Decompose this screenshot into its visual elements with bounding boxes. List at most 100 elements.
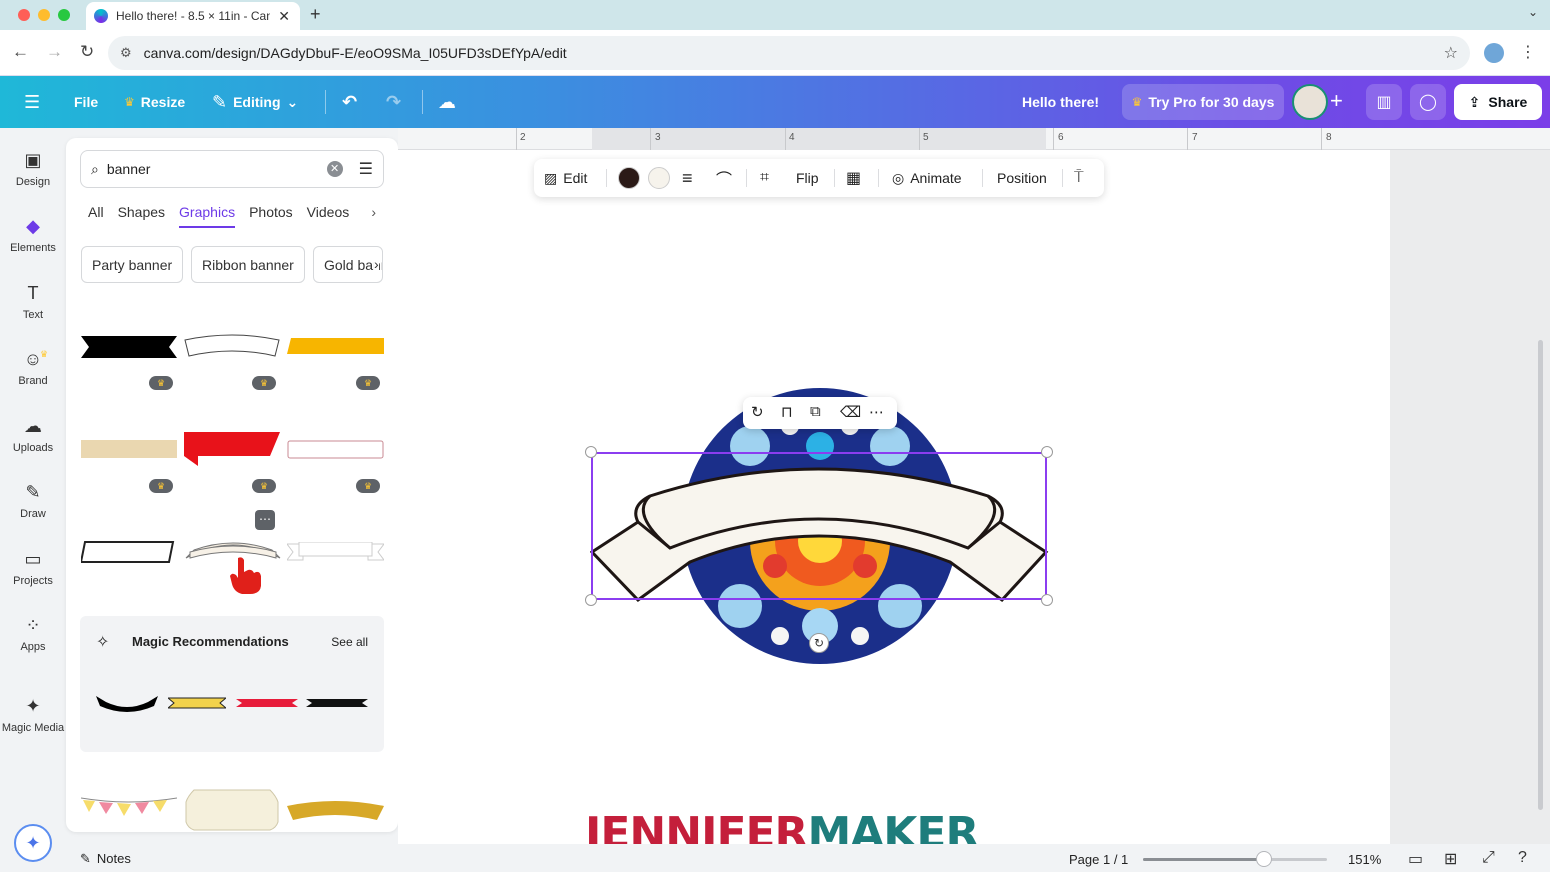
transparency-button[interactable]: ▦ <box>846 159 861 197</box>
clear-search-icon[interactable]: ✕ <box>326 161 343 177</box>
page-counter[interactable]: Page 1 / 1 <box>1069 852 1128 867</box>
rail-item-projects[interactable]: ▭ Projects <box>0 549 66 587</box>
back-arrow-icon[interactable]: ← <box>12 42 29 62</box>
rail-item-magic-media[interactable]: ✦ Magic Media <box>0 696 66 734</box>
zoom-slider[interactable] <box>1143 851 1327 867</box>
save-status-button[interactable]: ☁ <box>438 76 456 128</box>
vertical-scrollbar[interactable] <box>1538 340 1543 810</box>
rail-item-uploads[interactable]: ☁ Uploads <box>0 416 66 454</box>
refresh-comment-icon[interactable]: ↻ <box>751 403 764 421</box>
reload-icon[interactable]: ↻ <box>80 42 94 62</box>
tab-videos[interactable]: Videos <box>307 204 350 228</box>
sketch-scroll-banner-graphic[interactable] <box>81 538 177 566</box>
bunting-banner-graphic[interactable] <box>81 796 177 822</box>
red-flag-banner-graphic[interactable] <box>184 432 280 468</box>
beige-paper-banner-graphic[interactable] <box>81 438 177 460</box>
browser-tab[interactable]: Hello there! - 8.5 × 11in - Can ✕ <box>86 2 300 30</box>
suggestion-chip[interactable]: Ribbon banner <box>191 246 305 283</box>
try-pro-button[interactable]: ♛ Try Pro for 30 days <box>1122 84 1284 120</box>
help-icon[interactable]: ? <box>1518 849 1527 867</box>
color-swatch-dark[interactable] <box>618 159 640 197</box>
main-menu-button[interactable]: ☰ <box>24 76 40 128</box>
forward-arrow-icon[interactable]: → <box>46 42 63 62</box>
share-button[interactable]: ⇪ Share <box>1454 84 1542 120</box>
design-title[interactable]: Hello there! <box>1022 76 1099 128</box>
tab-graphics[interactable]: Graphics <box>179 204 236 228</box>
crop-button[interactable]: ⌗ <box>760 159 769 197</box>
black-curved-ribbon-graphic[interactable] <box>96 692 158 714</box>
more-options-icon[interactable]: ⋯ <box>255 510 275 530</box>
notes-button[interactable]: ✎ Notes <box>80 851 131 867</box>
suggestion-chip[interactable]: Party banner <box>81 246 184 283</box>
rail-item-draw[interactable]: ✎ Draw <box>0 482 66 520</box>
filter-sliders-icon[interactable]: ☰ <box>359 159 373 179</box>
pages-view-icon[interactable]: ▭ <box>1408 849 1423 869</box>
red-ribbon-graphic[interactable] <box>236 696 298 710</box>
chips-next-arrow-icon[interactable]: › <box>374 256 379 272</box>
close-tab-icon[interactable]: ✕ <box>278 8 290 25</box>
rail-item-text[interactable]: T Text <box>0 283 66 321</box>
resize-handle-top-right[interactable] <box>1041 446 1053 458</box>
rail-item-elements[interactable]: ◆ Elements <box>0 216 66 254</box>
profile-avatar[interactable] <box>1484 43 1504 63</box>
minimize-window-button[interactable] <box>38 9 50 21</box>
editing-mode-button[interactable]: ✎ Editing ⌄ <box>212 76 298 128</box>
comments-button[interactable]: ◯ <box>1410 84 1446 120</box>
lock-icon[interactable]: ⊓ <box>781 403 793 421</box>
position-button[interactable]: Position <box>997 159 1047 197</box>
resize-button[interactable]: ♛ Resize <box>124 76 185 128</box>
more-options-icon[interactable]: ⋯ <box>869 403 884 421</box>
tabs-next-arrow-icon[interactable]: › <box>371 204 376 220</box>
zoom-level[interactable]: 151% <box>1348 852 1381 867</box>
close-window-button[interactable] <box>18 9 30 21</box>
browser-menu-icon[interactable]: ⋮ <box>1520 42 1536 62</box>
flip-button[interactable]: Flip <box>796 159 819 197</box>
corner-rounding-button[interactable]: ⌒ <box>716 159 732 197</box>
yellow-ribbon-graphic[interactable] <box>168 696 226 710</box>
animate-button[interactable]: ◎ Animate <box>892 159 962 197</box>
insights-button[interactable]: ▥ <box>1366 84 1402 120</box>
resize-handle-bottom-right[interactable] <box>1041 594 1053 606</box>
copy-style-button[interactable]: ⍑ <box>1074 159 1084 197</box>
gold-ribbon-banner-graphic[interactable] <box>287 798 384 824</box>
search-box[interactable]: ⌕ banner ✕ ☰ <box>80 150 384 188</box>
search-input[interactable]: banner <box>107 161 327 177</box>
resize-handle-bottom-left[interactable] <box>585 594 597 606</box>
maximize-window-button[interactable] <box>58 9 70 21</box>
zoom-slider-knob[interactable] <box>1256 851 1273 867</box>
border-style-button[interactable]: ≡ <box>682 159 693 197</box>
fullscreen-icon[interactable]: ⤢ <box>1482 849 1495 867</box>
rail-item-apps[interactable]: ⁘ Apps <box>0 615 66 653</box>
edit-image-button[interactable]: ▨ Edit <box>544 159 587 197</box>
cream-label-banner-graphic[interactable] <box>184 786 280 832</box>
tab-all[interactable]: All <box>88 204 104 228</box>
site-settings-icon[interactable]: ⚙ <box>120 45 132 61</box>
outline-scroll-banner-graphic[interactable] <box>183 334 281 360</box>
rotate-handle-icon[interactable]: ↻ <box>809 633 829 653</box>
trash-icon[interactable]: ⌫ <box>840 403 861 421</box>
color-swatch-cream[interactable] <box>648 159 670 197</box>
resize-handle-top-left[interactable] <box>585 446 597 458</box>
rail-item-brand[interactable]: ♛ ☺ Brand <box>0 349 66 387</box>
bookmark-star-icon[interactable]: ☆ <box>1444 43 1458 63</box>
url-field[interactable]: ⚙ canva.com/design/DAGdyDbuF-E/eoO9SMa_I… <box>108 36 1470 70</box>
file-menu-button[interactable]: File <box>74 76 98 128</box>
suggestion-chip[interactable]: Gold banner <box>313 246 383 283</box>
duplicate-icon[interactable]: ⧉ <box>810 403 821 420</box>
new-tab-button[interactable]: + <box>310 4 321 25</box>
redo-button[interactable]: ↷ <box>386 76 401 128</box>
white-ribbon-banner-graphic[interactable] <box>287 542 384 562</box>
tab-search-chevron-icon[interactable]: ⌄ <box>1528 5 1538 19</box>
grid-view-icon[interactable]: ⊞ <box>1444 849 1457 869</box>
pink-outline-banner-graphic[interactable] <box>287 440 384 460</box>
rail-item-design[interactable]: ▣ Design <box>0 150 66 188</box>
canva-assistant-button[interactable]: ✦ <box>14 824 52 862</box>
black-ribbon-graphic[interactable] <box>306 697 368 709</box>
black-ribbon-banner-graphic[interactable] <box>81 336 177 358</box>
yellow-banner-graphic[interactable] <box>287 338 384 354</box>
user-avatar[interactable] <box>1292 84 1328 120</box>
undo-button[interactable]: ↶ <box>342 76 357 128</box>
see-all-link[interactable]: See all <box>331 635 368 649</box>
tab-photos[interactable]: Photos <box>249 204 293 228</box>
tab-shapes[interactable]: Shapes <box>118 204 165 228</box>
